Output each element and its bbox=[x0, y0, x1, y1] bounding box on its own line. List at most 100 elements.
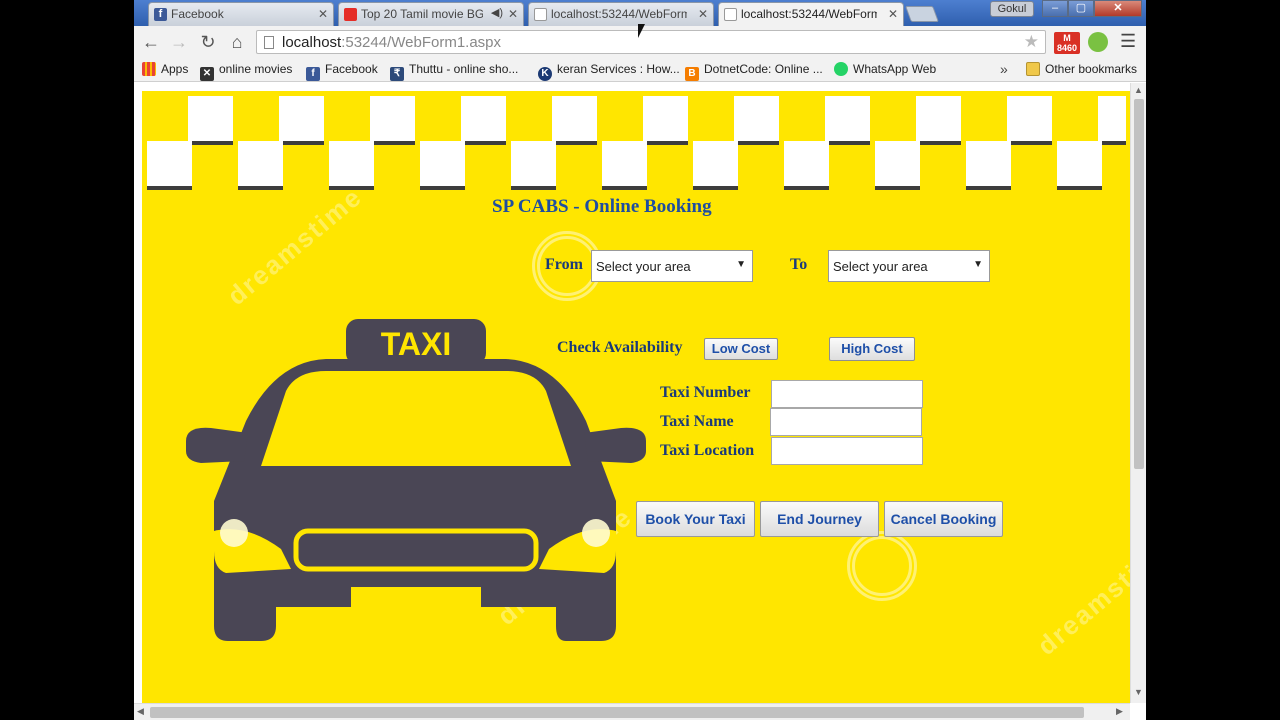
to-select[interactable]: Select your area ▼ bbox=[828, 250, 990, 282]
reload-icon[interactable]: ↻ bbox=[197, 31, 219, 53]
tab-youtube[interactable]: Top 20 Tamil movie BG ◀) ✕ bbox=[338, 2, 524, 26]
taxi-sign-text: TAXI bbox=[381, 326, 452, 362]
from-select-value: Select your area bbox=[596, 259, 691, 274]
vertical-scroll-thumb[interactable] bbox=[1134, 99, 1144, 469]
watermark: dreamstime bbox=[221, 181, 368, 311]
high-cost-button[interactable]: High Cost bbox=[829, 337, 915, 361]
scroll-up-icon[interactable]: ▲ bbox=[1134, 85, 1143, 95]
facebook-icon: f bbox=[306, 67, 320, 81]
license-plate bbox=[351, 587, 481, 609]
checker-square bbox=[461, 96, 506, 142]
taxi-location-input[interactable] bbox=[771, 437, 923, 465]
checker-shadow bbox=[188, 141, 233, 145]
back-arrow-icon[interactable]: ← bbox=[140, 31, 162, 53]
taxi-name-input[interactable] bbox=[770, 408, 922, 436]
page-icon bbox=[724, 8, 737, 21]
bookmark-apps[interactable]: Apps bbox=[142, 62, 188, 76]
bookmark-whatsapp[interactable]: WhatsApp Web bbox=[834, 62, 936, 76]
end-journey-button[interactable]: End Journey bbox=[760, 501, 879, 537]
rupee-icon: ₹ bbox=[390, 67, 404, 81]
tab-webform-active[interactable]: localhost:53244/WebForm ✕ bbox=[718, 2, 904, 27]
horizontal-scroll-thumb[interactable] bbox=[150, 707, 1084, 718]
to-label: To bbox=[790, 256, 808, 273]
watermark-swirl bbox=[847, 531, 917, 601]
checker-square bbox=[1098, 96, 1126, 142]
bookmark-facebook[interactable]: f Facebook bbox=[306, 62, 378, 81]
close-icon[interactable]: ✕ bbox=[508, 7, 518, 21]
tab-strip: f Facebook ✕ Top 20 Tamil movie BG ◀) ✕ … bbox=[134, 0, 1146, 27]
checker-shadow bbox=[1098, 141, 1126, 145]
mouse-cursor bbox=[638, 24, 652, 38]
forward-arrow-icon[interactable]: → bbox=[168, 31, 190, 53]
checker-square bbox=[279, 96, 324, 142]
checker-shadow bbox=[602, 186, 647, 190]
check-availability-label: Check Availability bbox=[557, 339, 683, 356]
blogger-icon: B bbox=[685, 67, 699, 81]
tab-webform-1[interactable]: localhost:53244/WebForm ✕ bbox=[528, 2, 714, 26]
vertical-scrollbar[interactable]: ▲ ▼ bbox=[1130, 83, 1146, 703]
checker-shadow bbox=[1007, 141, 1052, 145]
checker-square bbox=[916, 96, 961, 142]
scroll-right-icon[interactable]: ▶ bbox=[1116, 706, 1123, 717]
home-icon[interactable]: ⌂ bbox=[226, 31, 248, 53]
taxi-location-label: Taxi Location bbox=[660, 442, 755, 459]
close-icon[interactable]: ✕ bbox=[698, 7, 708, 21]
bookmark-dotnetcode[interactable]: B DotnetCode: Online ... bbox=[685, 62, 823, 81]
checker-square bbox=[238, 141, 283, 187]
low-cost-button[interactable]: Low Cost bbox=[704, 338, 778, 360]
facebook-icon: f bbox=[154, 8, 167, 21]
watermark: dreamstime bbox=[1031, 531, 1130, 661]
checker-square bbox=[511, 141, 556, 187]
close-icon[interactable]: ✕ bbox=[888, 7, 898, 21]
profile-button[interactable]: Gokul bbox=[990, 1, 1034, 17]
other-bookmarks[interactable]: Other bookmarks bbox=[1026, 62, 1137, 76]
checker-shadow bbox=[875, 186, 920, 190]
checker-square bbox=[693, 141, 738, 187]
checker-shadow bbox=[461, 141, 506, 145]
bookmark-online-movies[interactable]: ✕ online movies bbox=[200, 62, 292, 81]
apps-icon bbox=[142, 62, 156, 76]
page-icon bbox=[534, 8, 547, 21]
book-taxi-button[interactable]: Book Your Taxi bbox=[636, 501, 755, 537]
tab-label: Top 20 Tamil movie BG bbox=[361, 7, 483, 21]
taxi-windshield bbox=[261, 371, 571, 466]
checker-square bbox=[370, 96, 415, 142]
scroll-left-icon[interactable]: ◀ bbox=[137, 706, 144, 717]
page-title: SP CABS - Online Booking bbox=[492, 196, 712, 217]
cancel-booking-button[interactable]: Cancel Booking bbox=[884, 501, 1003, 537]
bookmark-label: online movies bbox=[219, 62, 293, 76]
star-icon[interactable]: ★ bbox=[1024, 32, 1039, 52]
bookmarks-bar: Apps ✕ online movies f Facebook ₹ Thuttu - … bbox=[134, 58, 1146, 82]
from-select[interactable]: Select your area ▼ bbox=[591, 250, 753, 282]
taxi-number-label: Taxi Number bbox=[660, 384, 751, 401]
maximize-button[interactable]: ▢ bbox=[1068, 0, 1094, 17]
taxi-number-input[interactable] bbox=[771, 380, 923, 408]
tab-label: Facebook bbox=[171, 7, 224, 21]
gmail-extension-icon[interactable]: M 8460 bbox=[1054, 32, 1080, 54]
bookmark-thuttu[interactable]: ₹ Thuttu - online sho... bbox=[390, 62, 518, 81]
checker-shadow bbox=[511, 186, 556, 190]
bookmarks-overflow-chevron[interactable]: » bbox=[1000, 61, 1008, 77]
page-icon bbox=[264, 36, 274, 49]
minimize-button[interactable]: – bbox=[1042, 0, 1068, 17]
new-tab-button[interactable] bbox=[905, 6, 939, 22]
taxi-illustration: TAXI bbox=[186, 319, 646, 641]
checker-square bbox=[602, 141, 647, 187]
frog-extension-icon[interactable] bbox=[1088, 32, 1108, 52]
chevron-down-icon: ▼ bbox=[973, 259, 983, 270]
speaker-icon[interactable]: ◀) bbox=[491, 6, 503, 19]
bookmark-keran[interactable]: Kkeran Services : How... bbox=[538, 62, 680, 81]
tab-facebook[interactable]: f Facebook ✕ bbox=[148, 2, 334, 26]
menu-icon[interactable]: ☰ bbox=[1120, 31, 1136, 52]
checker-shadow bbox=[734, 141, 779, 145]
right-glare bbox=[582, 519, 610, 547]
scroll-down-icon[interactable]: ▼ bbox=[1134, 687, 1143, 697]
tab-label: localhost:53244/WebForm bbox=[551, 7, 687, 21]
bookmark-label: WhatsApp Web bbox=[853, 62, 937, 76]
horizontal-scrollbar[interactable]: ◀ ▶ bbox=[134, 703, 1130, 720]
checker-shadow bbox=[370, 141, 415, 145]
close-icon[interactable]: ✕ bbox=[318, 7, 328, 21]
close-window-button[interactable]: ✕ bbox=[1094, 0, 1142, 17]
left-mirror bbox=[186, 427, 248, 463]
left-glare bbox=[220, 519, 248, 547]
